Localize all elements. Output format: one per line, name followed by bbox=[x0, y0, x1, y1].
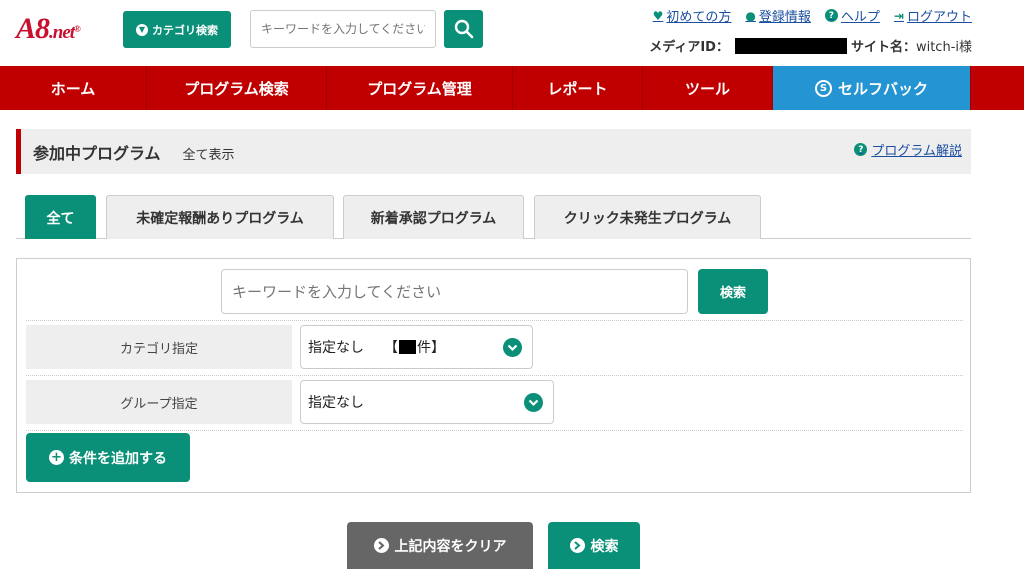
tab-new-approved[interactable]: 新着承認プログラム bbox=[343, 195, 524, 239]
category-search-label: カテゴリ検索 bbox=[152, 23, 218, 37]
clear-button-label: 上記内容をクリア bbox=[394, 538, 507, 555]
header: A8.net® ▼ カテゴリ検索 ♥ 初めての方 ● 登録情報 ? ヘルプ ⇥ … bbox=[0, 0, 1024, 66]
page-title-bar: 参加中プログラム 全て表示 ? プログラム解説 bbox=[16, 129, 971, 174]
media-info: メディアID： サイト名： witch-i様 bbox=[649, 36, 972, 55]
tab-unconfirmed-rewards-label: 未確定報酬ありプログラム bbox=[136, 210, 304, 227]
clear-button[interactable]: 上記内容をクリア bbox=[347, 522, 533, 569]
nav-home-label: ホーム bbox=[50, 79, 96, 98]
nav-program-management-label: プログラム管理 bbox=[367, 79, 472, 98]
nav-report[interactable]: レポート bbox=[513, 66, 643, 110]
nav-program-management[interactable]: プログラム管理 bbox=[327, 66, 513, 110]
arrow-right-icon bbox=[373, 538, 389, 553]
category-count-redacted bbox=[399, 340, 416, 354]
site-name-value: witch-i様 bbox=[915, 40, 972, 55]
category-count-prefix: 【 bbox=[384, 340, 398, 356]
nav-selfback[interactable]: S セルフバック bbox=[773, 66, 971, 110]
help-icon: ? bbox=[854, 143, 868, 156]
nav-home[interactable]: ホーム bbox=[0, 66, 147, 110]
selfback-icon: S bbox=[814, 79, 832, 97]
program-guide-label: プログラム解説 bbox=[871, 144, 962, 159]
program-tabs: 全て 未確定報酬ありプログラム 新着承認プログラム クリック未発生プログラム bbox=[16, 195, 971, 239]
link-beginner[interactable]: ♥ 初めての方 bbox=[652, 6, 732, 26]
main-nav: ホーム プログラム検索 プログラム管理 レポート ツール S セルフバック bbox=[0, 66, 1024, 110]
category-label: カテゴリ指定 bbox=[26, 325, 292, 369]
nav-tools[interactable]: ツール bbox=[643, 66, 773, 110]
group-select-value: 指定なし bbox=[308, 395, 364, 411]
chevron-down-icon bbox=[524, 393, 543, 412]
nav-report-label: レポート bbox=[547, 79, 608, 98]
help-icon: ? bbox=[824, 9, 838, 22]
category-row: カテゴリ指定 指定なし 【 件】 bbox=[26, 320, 963, 370]
logo-reg: ® bbox=[74, 24, 81, 34]
logout-icon: ⇥ bbox=[893, 8, 904, 23]
group-row: グループ指定 指定なし bbox=[26, 375, 963, 425]
header-search-input[interactable] bbox=[250, 10, 436, 48]
nav-tools-label: ツール bbox=[684, 79, 730, 98]
add-condition-label: 条件を追加する bbox=[69, 450, 167, 467]
tab-all-label: 全て bbox=[46, 210, 75, 227]
tab-all[interactable]: 全て bbox=[25, 195, 96, 239]
beginner-mark-icon: ♥ bbox=[652, 8, 664, 23]
add-condition-button[interactable]: + 条件を追加する bbox=[26, 433, 190, 482]
chevron-down-icon bbox=[503, 338, 522, 357]
site-name-label: サイト名： bbox=[850, 40, 916, 55]
media-id-redacted bbox=[734, 37, 847, 54]
search-panel: 検索 カテゴリ指定 指定なし 【 件】 グループ指定 指定なし + 条件を追加する bbox=[16, 258, 971, 493]
keyword-input[interactable] bbox=[221, 269, 688, 314]
category-select[interactable]: 指定なし 【 件】 bbox=[300, 325, 533, 369]
category-search-button[interactable]: ▼ カテゴリ検索 bbox=[123, 11, 231, 48]
category-count-suffix: 件】 bbox=[417, 340, 445, 356]
link-beginner-label: 初めての方 bbox=[666, 10, 732, 25]
person-icon: ● bbox=[745, 8, 756, 23]
header-search-button[interactable] bbox=[444, 10, 483, 48]
program-guide-link[interactable]: ? プログラム解説 bbox=[854, 140, 962, 159]
search-button-label: 検索 bbox=[590, 538, 619, 555]
chevron-down-icon: ▼ bbox=[136, 23, 148, 36]
link-logout-label: ログアウト bbox=[906, 10, 972, 25]
media-id-label: メディアID： bbox=[649, 40, 729, 55]
search-icon bbox=[454, 19, 473, 39]
plus-icon: + bbox=[49, 450, 64, 465]
search-button[interactable]: 検索 bbox=[548, 522, 640, 569]
logo-net: .net bbox=[49, 22, 75, 43]
link-logout[interactable]: ⇥ ログアウト bbox=[893, 6, 972, 26]
logo-main: A8 bbox=[16, 12, 50, 45]
a8-logo[interactable]: A8.net® bbox=[16, 12, 81, 48]
link-help-label: ヘルプ bbox=[840, 10, 880, 25]
link-help[interactable]: ? ヘルプ bbox=[824, 6, 880, 25]
link-registration[interactable]: ● 登録情報 bbox=[745, 6, 811, 26]
tab-no-clicks[interactable]: クリック未発生プログラム bbox=[534, 195, 761, 239]
tab-new-approved-label: 新着承認プログラム bbox=[370, 210, 497, 227]
group-select[interactable]: 指定なし bbox=[300, 380, 554, 424]
category-select-value: 指定なし bbox=[308, 340, 364, 356]
arrow-right-icon bbox=[569, 538, 585, 553]
keyword-search-label: 検索 bbox=[719, 286, 746, 301]
link-registration-label: 登録情報 bbox=[758, 10, 811, 25]
nav-program-search-label: プログラム検索 bbox=[184, 79, 289, 98]
tab-no-clicks-label: クリック未発生プログラム bbox=[563, 210, 732, 227]
nav-program-search[interactable]: プログラム検索 bbox=[147, 66, 327, 110]
tab-unconfirmed-rewards[interactable]: 未確定報酬ありプログラム bbox=[106, 195, 334, 239]
top-links: ♥ 初めての方 ● 登録情報 ? ヘルプ ⇥ ログアウト bbox=[652, 6, 972, 26]
page-title: 参加中プログラム bbox=[33, 143, 161, 163]
page-subtitle: 全て表示 bbox=[182, 148, 235, 163]
panel-divider bbox=[26, 430, 963, 431]
nav-selfback-label: セルフバック bbox=[837, 79, 928, 98]
group-label: グループ指定 bbox=[26, 380, 292, 424]
keyword-search-button[interactable]: 検索 bbox=[698, 269, 768, 314]
